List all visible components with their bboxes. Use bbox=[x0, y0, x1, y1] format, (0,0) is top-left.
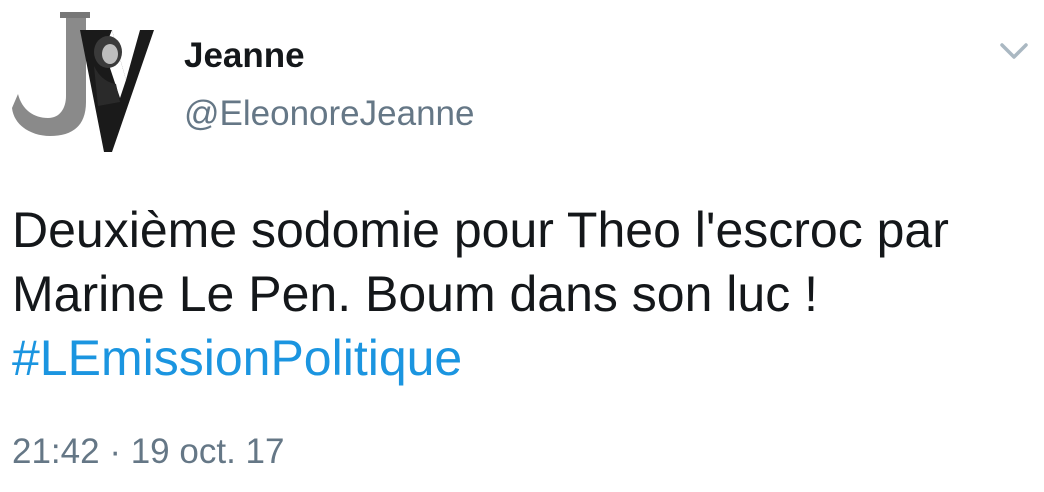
chevron-down-icon[interactable] bbox=[996, 38, 1032, 64]
tweet-body-text: Deuxième sodomie pour Theo l'escroc par … bbox=[12, 202, 949, 322]
meta-separator: · bbox=[109, 432, 121, 471]
tweet-card: Jeanne @EleonoreJeanne Deuxième sodomie … bbox=[0, 0, 1044, 492]
hashtag-link[interactable]: #LEmissionPolitique bbox=[12, 330, 462, 386]
display-name[interactable]: Jeanne bbox=[184, 36, 305, 76]
tweet-text: Deuxième sodomie pour Theo l'escroc par … bbox=[12, 198, 1032, 390]
tweet-timestamp[interactable]: 21:42 · 19 oct. 17 bbox=[12, 430, 284, 474]
jv-monogram-icon bbox=[12, 12, 154, 152]
avatar[interactable] bbox=[8, 10, 158, 155]
user-handle[interactable]: @EleonoreJeanne bbox=[184, 94, 474, 134]
tweet-time: 21:42 bbox=[12, 432, 100, 471]
tweet-date: 19 oct. 17 bbox=[130, 432, 285, 471]
